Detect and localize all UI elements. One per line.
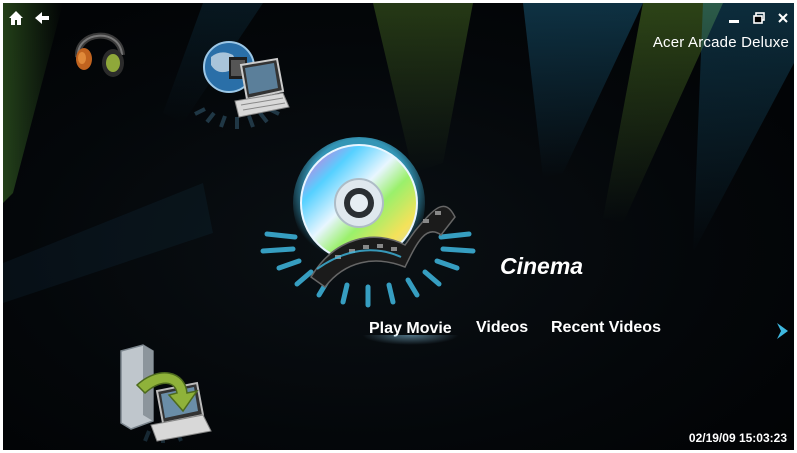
transfer-hub-button[interactable] [107,341,219,445]
cinema-hub-button[interactable] [255,137,481,309]
disc-film-icon [260,137,476,308]
close-icon [778,13,788,23]
app-window: Acer Arcade Deluxe Cinema Play Movie Vid… [3,3,794,450]
music-hub-button[interactable] [68,19,130,83]
restore-button[interactable] [752,11,766,25]
back-button[interactable] [34,10,50,26]
date-time-display: 02/19/09 15:03:23 [688,431,787,445]
globe-laptop-icon [194,41,290,129]
menu-item-videos[interactable]: Videos [476,319,528,337]
home-button[interactable] [8,10,24,26]
next-page-button[interactable] [775,322,789,340]
minimize-button[interactable] [727,11,741,25]
menu-item-recent-videos[interactable]: Recent Videos [551,319,661,337]
minimize-icon [729,20,739,23]
home-icon [9,11,23,25]
selection-highlight [362,335,459,345]
menu-item-label: Recent Videos [551,319,661,336]
pc-laptop-transfer-icon [120,344,212,443]
menu-item-play-movie[interactable]: Play Movie [362,319,459,345]
back-arrow-icon [35,12,49,24]
close-button[interactable] [776,11,790,25]
chevron-right-icon [777,323,788,339]
online-hub-button[interactable] [181,37,293,133]
headphones-icon [75,32,125,77]
restore-icon [753,12,765,24]
app-title: Acer Arcade Deluxe [652,34,789,51]
section-title: Cinema [500,253,584,279]
menu-item-label: Videos [476,319,529,336]
